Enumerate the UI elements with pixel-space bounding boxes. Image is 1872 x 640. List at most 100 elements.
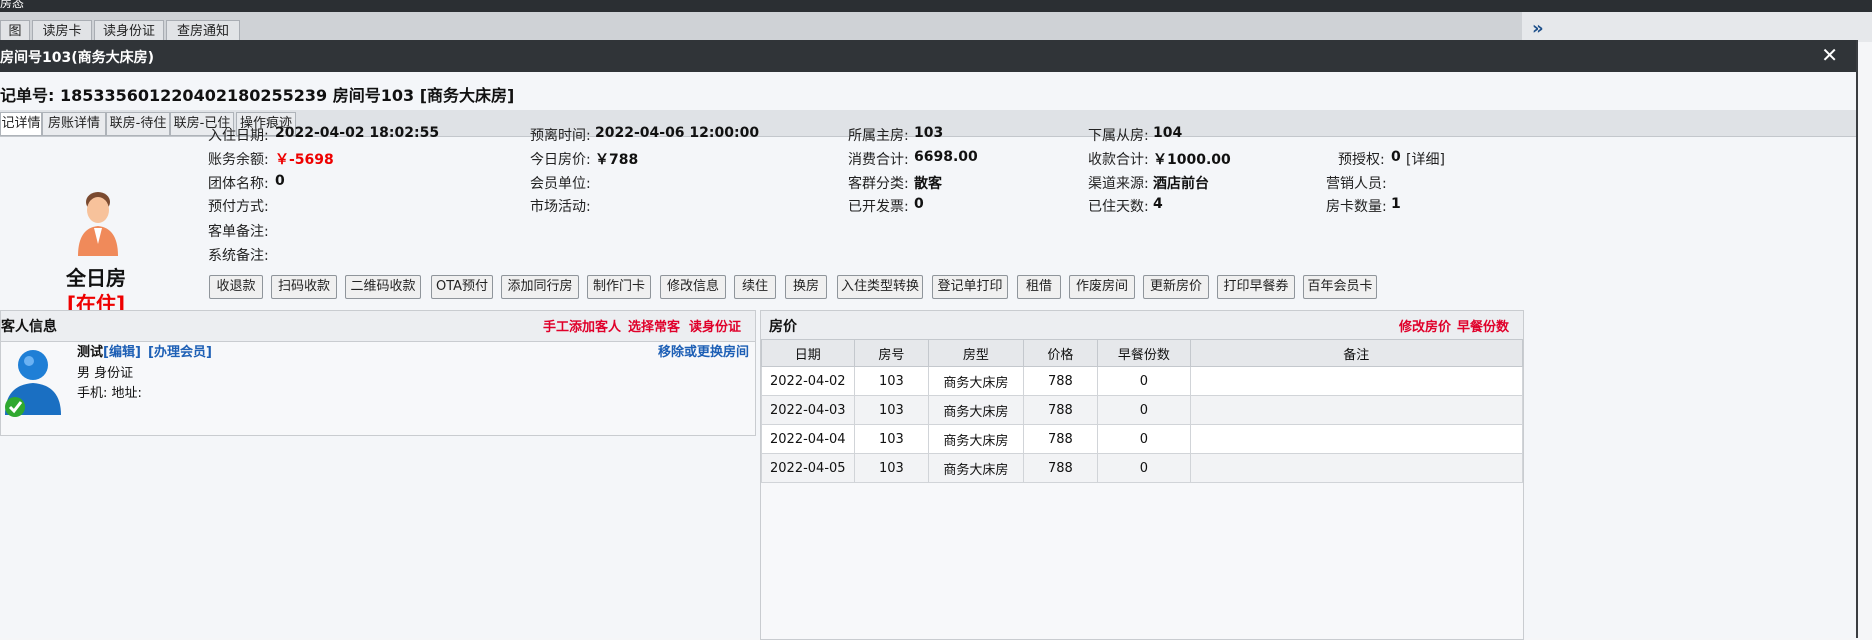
today-price-value: ￥788 (595, 152, 639, 168)
checkin-label: 入住日期: (208, 128, 269, 144)
cell-price: 788 (1022, 424, 1099, 454)
cell-price: 788 (1022, 395, 1099, 425)
order-line: 记单号: 18533560122040218025523​9 房间号103 [商… (0, 82, 514, 106)
edit-info-button[interactable]: 修改信息 (660, 275, 726, 299)
guest-name: 测试 (77, 345, 104, 360)
top-title: 房态 (0, 0, 25, 10)
cards-label: 房卡数量: (1326, 199, 1387, 215)
consume-value: 6698.00 (914, 149, 978, 165)
col-type: 房型 (928, 339, 1024, 367)
receipt-value: ￥1000.00 (1153, 152, 1231, 168)
cell-note (1189, 424, 1524, 454)
change-room-button[interactable]: 换房 (785, 275, 827, 299)
master-room-label: 所属主房: (848, 128, 909, 144)
leave-label: 预离时间: (530, 128, 591, 144)
preauth-value: 0 (1391, 149, 1401, 165)
days-label: 已住天数: (1088, 199, 1149, 215)
group-value: 0 (275, 173, 285, 189)
room-type-label: 全日房 (66, 266, 126, 290)
window-titlebar: 房间号103(商务大床房) ✕ (0, 40, 1856, 72)
checkin-type-convert-button[interactable]: 入住类型转换 (837, 275, 923, 299)
edit-guest-link[interactable]: [编辑] (103, 341, 141, 360)
move-room-link[interactable]: 移除或更换房间 (658, 341, 749, 360)
table-row: 2022-04-05 103 商务大床房 788 0 (761, 453, 1524, 483)
qrcode-pay-button[interactable]: 二维码收款 (345, 275, 421, 299)
guest-avatar-icon (1, 347, 63, 425)
window-title: 房间号103(商务大床房) (0, 50, 155, 66)
receipt-label: 收款合计: (1088, 152, 1149, 168)
tab-room-account[interactable]: 房账详情 (42, 112, 106, 136)
cell-note (1189, 453, 1524, 483)
cell-date: 2022-04-02 (761, 366, 855, 396)
cell-breakfast: 0 (1097, 424, 1191, 454)
add-guest-link[interactable]: 手工添加客人 (543, 316, 621, 335)
order-number-text: 记单号: 18533560122040218025523​9 房间号103 [商… (0, 86, 515, 105)
guest-info-panel: 客人信息 手工添加客人 选择常客 读身份证 测试 [编辑] [办理会员] 移除或… (0, 310, 756, 436)
cell-type: 商务大床房 (928, 395, 1024, 425)
sub-room-label: 下属从房: (1088, 128, 1149, 144)
breakfast-count-link[interactable]: 早餐份数 (1457, 316, 1509, 335)
read-id-link[interactable]: 读身份证 (689, 316, 741, 335)
guest-class-value: 散客 (914, 176, 942, 192)
cell-price: 788 (1022, 453, 1099, 483)
cell-room: 103 (853, 453, 930, 483)
cell-date: 2022-04-04 (761, 424, 855, 454)
guest-phone-address: 手机: 地址: (77, 386, 142, 401)
today-price-label: 今日房价: (530, 152, 591, 168)
room-price-panel: 房价 修改房价 早餐份数 日期 房号 房型 价格 早餐份数 备注 2022-04… (760, 310, 1524, 640)
guest-gender-id: 男 身份证 (77, 366, 134, 381)
leave-value: 2022-04-06 12:00:00 (595, 125, 760, 141)
table-row: 2022-04-02 103 商务大床房 788 0 (761, 366, 1524, 396)
cell-date: 2022-04-05 (761, 453, 855, 483)
preauth-detail-link[interactable]: [详细] (1406, 149, 1445, 169)
update-price-button[interactable]: 更新房价 (1143, 275, 1209, 299)
cell-type: 商务大床房 (928, 424, 1024, 454)
member-apply-link[interactable]: [办理会员] (148, 341, 212, 360)
sub-room-value: 104 (1153, 125, 1183, 141)
extend-stay-button[interactable]: 续住 (734, 275, 776, 299)
col-room: 房号 (853, 339, 930, 367)
invoice-value: 0 (914, 196, 924, 212)
col-price: 价格 (1022, 339, 1099, 367)
print-breakfast-button[interactable]: 打印早餐券 (1217, 275, 1295, 299)
scan-pay-button[interactable]: 扫码收款 (271, 275, 337, 299)
balance-label: 账务余额: (208, 152, 269, 168)
right-panel (1522, 12, 1872, 42)
cell-type: 商务大床房 (928, 366, 1024, 396)
cell-room: 103 (853, 395, 930, 425)
table-row: 2022-04-03 103 商务大床房 788 0 (761, 395, 1524, 425)
rent-button[interactable]: 租借 (1017, 275, 1061, 299)
cell-room: 103 (853, 424, 930, 454)
consume-label: 消费合计: (848, 152, 909, 168)
cell-room: 103 (853, 366, 930, 396)
make-door-card-button[interactable]: 制作门卡 (587, 275, 651, 299)
print-registration-button[interactable]: 登记单打印 (932, 275, 1008, 299)
modify-price-link[interactable]: 修改房价 (1399, 316, 1451, 335)
guest-info-header: 客人信息 手工添加客人 选择常客 读身份证 (1, 311, 755, 342)
guest-class-label: 客群分类: (848, 176, 909, 192)
member-card-button[interactable]: 百年会员卡 (1303, 275, 1377, 299)
tab-linked-pending[interactable]: 联房-待住 (106, 112, 170, 136)
balance-value: ￥-5698 (275, 152, 334, 168)
tab-register-detail[interactable]: 记详情 (0, 112, 42, 136)
cards-value: 1 (1391, 196, 1401, 212)
col-breakfast: 早餐份数 (1097, 339, 1191, 367)
col-note: 备注 (1189, 339, 1524, 367)
channel-value: 酒店前台 (1153, 176, 1209, 192)
expand-icon[interactable]: » (1532, 18, 1544, 39)
sales-label: 营销人员: (1326, 176, 1387, 192)
group-label: 团体名称: (208, 176, 269, 192)
order-note-label: 客单备注: (208, 224, 269, 240)
room-price-title: 房价 (769, 319, 797, 335)
close-icon[interactable]: ✕ (1821, 43, 1838, 67)
guest-info-title: 客人信息 (1, 319, 57, 335)
table-row: 2022-04-04 103 商务大床房 788 0 (761, 424, 1524, 454)
refund-button[interactable]: 收退款 (209, 275, 263, 299)
add-companion-room-button[interactable]: 添加同行房 (501, 275, 579, 299)
master-room-value: 103 (914, 125, 944, 141)
select-regular-link[interactable]: 选择常客 (628, 316, 680, 335)
void-room-button[interactable]: 作废房间 (1069, 275, 1135, 299)
checkin-value: 2022-04-02 18:02:55 (275, 125, 440, 141)
ota-prepay-button[interactable]: OTA预付 (431, 275, 493, 299)
room-price-table: 日期 房号 房型 价格 早餐份数 备注 2022-04-02 103 商务大床房… (761, 339, 1524, 483)
